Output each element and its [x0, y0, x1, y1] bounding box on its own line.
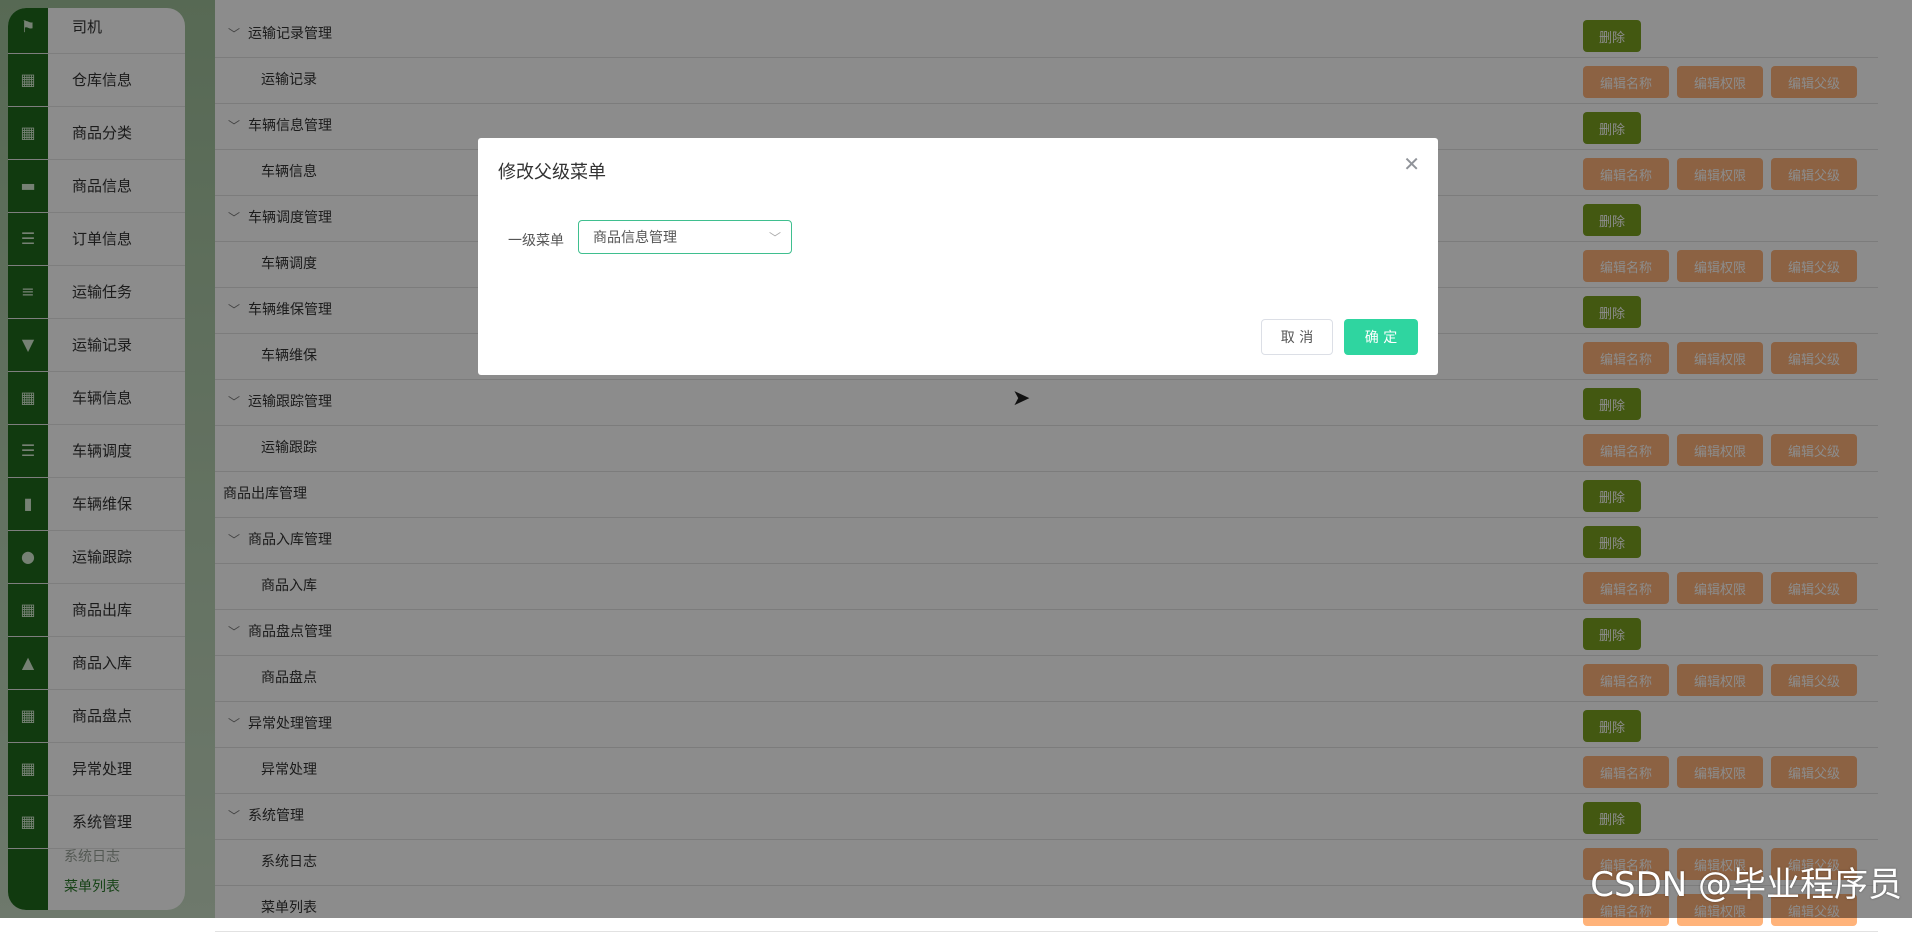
field-label: 一级菜单 [508, 233, 564, 249]
close-icon[interactable]: ✕ [1403, 152, 1420, 176]
confirm-button[interactable]: 确 定 [1344, 319, 1418, 355]
chevron-down-icon: ﹀ [768, 231, 781, 245]
edit-parent-dialog: 修改父级菜单 ✕ 一级菜单 商品信息管理 ﹀ 取 消 确 定 [478, 138, 1438, 375]
mouse-cursor-icon: ➤ [1012, 386, 1031, 411]
watermark: CSDN @毕业程序员 [1590, 865, 1902, 905]
dialog-title: 修改父级菜单 [498, 162, 606, 183]
parent-menu-select[interactable]: 商品信息管理 ﹀ [578, 220, 792, 254]
cancel-button[interactable]: 取 消 [1261, 319, 1333, 355]
select-value: 商品信息管理 [593, 230, 677, 246]
